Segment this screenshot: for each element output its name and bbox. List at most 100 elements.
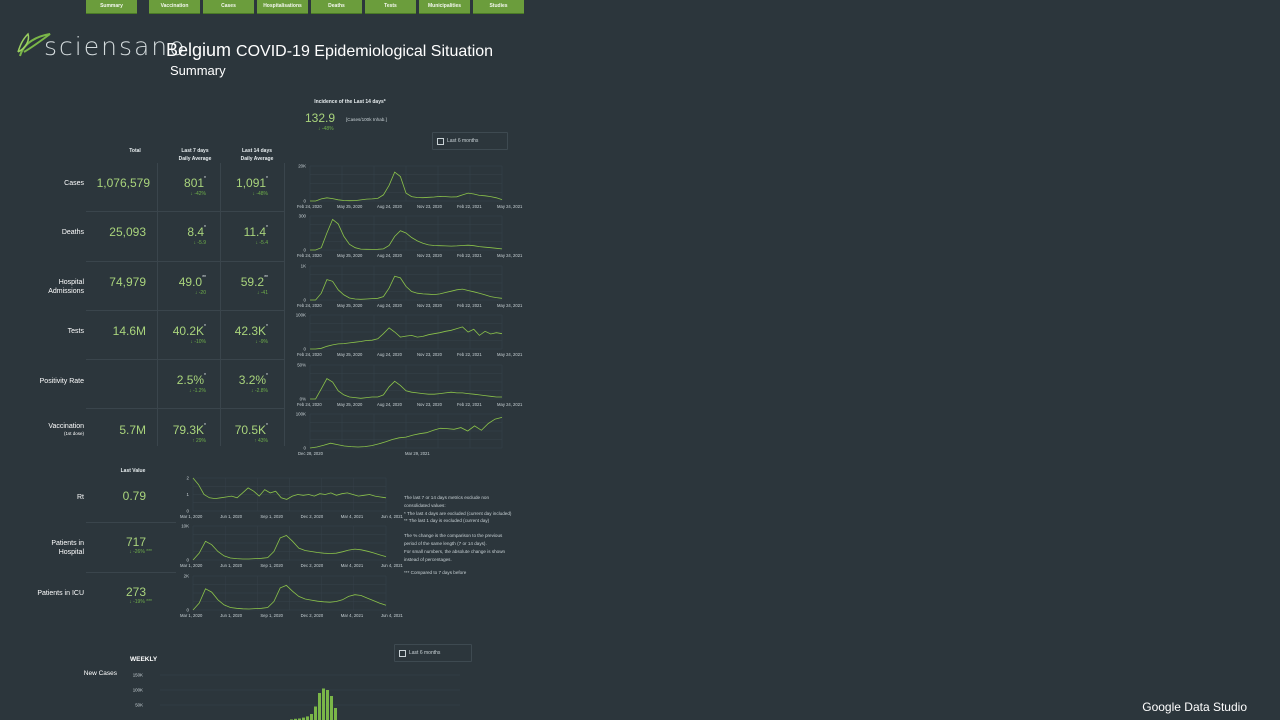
x-tick-label: Sep 1, 2020: [260, 514, 283, 519]
x-tick-label: Nov 23, 2020: [417, 352, 443, 357]
metric-total-hospital: 74,979: [109, 275, 146, 289]
metric-d14-tests: 42.3K*: [234, 324, 268, 338]
y-tick-label: 2: [187, 476, 190, 481]
y-tick-label: 0: [304, 298, 307, 303]
incidence-value: 132.9: [305, 111, 336, 125]
divider: [86, 310, 284, 311]
y-tick-label: 0: [304, 347, 307, 352]
metric-total-cases: 1,076,579: [96, 176, 150, 190]
x-tick-label: Aug 24, 2020: [377, 352, 403, 357]
last-6-months-checkbox-bottom[interactable]: Last 6 months: [394, 644, 472, 662]
weekly-bar: [314, 706, 317, 720]
x-tick-label: Nov 23, 2020: [417, 303, 443, 308]
x-tick-label: May 24, 2021: [497, 253, 523, 258]
metric-d7chg-hospital: ↓ -20: [194, 290, 206, 296]
x-tick-label: Mar 4, 2021: [341, 613, 364, 618]
note-line: For small numbers, the absolute change i…: [404, 548, 506, 554]
divider: [284, 163, 285, 446]
nav-studies[interactable]: Studies: [473, 0, 524, 14]
x-tick-label: Feb 24, 2020: [297, 303, 322, 308]
x-tick-label: Nov 23, 2020: [417, 402, 443, 407]
weekly-bar: [326, 690, 329, 720]
col-last7-line2: Daily Average: [178, 156, 212, 162]
note-line: *** Compared to 7 days before: [404, 570, 467, 576]
y-tick-label: 100K: [296, 313, 306, 318]
nav-municipalities[interactable]: Municipalities: [419, 0, 470, 14]
x-tick-label: May 24, 2021: [497, 352, 523, 357]
x-tick-label: Feb 24, 2020: [297, 402, 322, 407]
x-tick-label: May 24, 2021: [497, 204, 523, 209]
nav-tests[interactable]: Tests: [365, 0, 416, 14]
x-tick-label: Aug 24, 2020: [377, 253, 403, 258]
series-line: [309, 417, 503, 449]
checkbox-label: Last 6 months: [409, 650, 441, 656]
y-tick-label: 0: [304, 199, 307, 204]
x-tick-label: May 25, 2020: [337, 303, 363, 308]
x-tick-label: Jun 4, 2021: [381, 613, 404, 618]
metric-total-tests: 14.6M: [112, 324, 146, 338]
incidence-label: Incidence of the Last 14 days*: [314, 99, 386, 105]
divider: [86, 211, 284, 212]
x-tick-label: Aug 24, 2020: [377, 204, 403, 209]
x-tick-label: Aug 24, 2020: [377, 402, 403, 407]
note-line: The % change is the comparison to the pr…: [404, 533, 503, 539]
y-tick-label: 0: [304, 446, 307, 451]
y-tick-label: 50K: [135, 703, 143, 708]
last-6-months-checkbox-top[interactable]: Last 6 months: [432, 132, 508, 150]
metric-label-deaths: Deaths: [61, 229, 84, 236]
lower-label-rt: Rt: [77, 494, 84, 501]
weekly-bar: [306, 716, 309, 720]
incidence-change-value: -48%: [321, 126, 334, 132]
x-tick-label: Feb 22, 2021: [457, 352, 482, 357]
series-line: [192, 477, 387, 500]
x-tick-label: May 25, 2020: [337, 204, 363, 209]
divider: [86, 408, 284, 409]
y-tick-label: 0%: [300, 397, 306, 402]
metric-d7chg-cases: ↓ -42%: [190, 191, 206, 197]
series-line: [310, 378, 502, 400]
metric-d7-positivity: 2.5%*: [176, 373, 206, 387]
x-tick-label: May 25, 2020: [337, 253, 363, 258]
checkbox-icon: [437, 138, 444, 145]
metric-d7-vaccination: 79.3K*: [172, 423, 206, 437]
x-tick-label: Mar 1, 2020: [180, 514, 203, 519]
series-line: [192, 584, 387, 611]
x-tick-label: May 24, 2021: [497, 402, 523, 407]
y-tick-label: 2K: [184, 574, 189, 579]
note-line: instead of percentages.: [404, 556, 452, 562]
nav-hospitalisations[interactable]: Hospitalisations: [257, 0, 308, 14]
nav-summary[interactable]: Summary: [86, 0, 137, 14]
x-tick-label: Sep 1, 2020: [260, 563, 283, 568]
metric-d7chg-tests: ↓ -10%: [190, 339, 206, 345]
metric-d14chg-cases: ↓ -48%: [252, 191, 268, 197]
x-tick-label: Nov 23, 2020: [417, 253, 443, 258]
y-tick-label: 0: [187, 558, 190, 563]
x-tick-label: Jun 4, 2021: [381, 514, 404, 519]
note-line: The last 7 or 14 days metrics exclude no…: [404, 495, 490, 500]
weekly-title: WEEKLY: [130, 656, 158, 663]
x-tick-label: Aug 24, 2020: [377, 303, 403, 308]
nav-deaths[interactable]: Deaths: [311, 0, 362, 14]
metric-d14chg-positivity: ↓ -2.8%: [251, 388, 268, 394]
series-line: [310, 171, 503, 202]
x-tick-label: Feb 22, 2021: [457, 303, 482, 308]
x-tick-label: Dec 2, 2020: [301, 514, 324, 519]
series-line: [310, 326, 503, 350]
metric-d14-positivity: 3.2%*: [238, 373, 268, 387]
charts-layer: 20K0Feb 24, 2020 May 25, 2020 Aug 24, 2020…: [133, 164, 523, 720]
y-tick-label: 50%: [297, 363, 306, 368]
col-last14-line1: Last 14 days: [241, 148, 273, 154]
metric-d14chg-deaths: ↓ -5.4: [255, 240, 268, 246]
x-tick-label: Jun 1, 2020: [220, 514, 243, 519]
x-tick-label: Feb 22, 2021: [457, 253, 482, 258]
metric-d7-deaths: 8.4*: [187, 225, 206, 239]
nav-vaccination[interactable]: Vaccination: [149, 0, 200, 14]
sciensano-logo: sciensano: [16, 30, 184, 62]
metric-d7-tests: 40.2K*: [172, 324, 206, 338]
x-tick-label: May 24, 2021: [497, 303, 523, 308]
y-tick-label: 0: [304, 248, 307, 253]
y-tick-label: 1K: [301, 264, 306, 269]
divider: [86, 359, 284, 360]
lower-chg-hospital: ↓ -26% ***: [129, 549, 152, 555]
nav-cases[interactable]: Cases: [203, 0, 254, 14]
